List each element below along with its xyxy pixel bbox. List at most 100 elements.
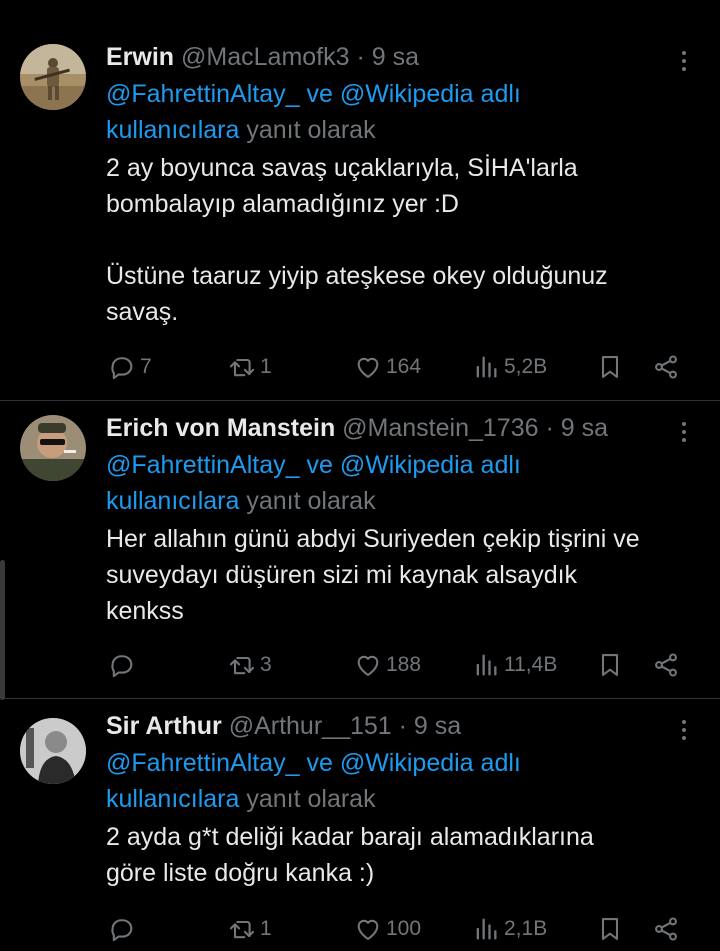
like-count: 100	[386, 917, 422, 940]
avatar[interactable]	[20, 718, 86, 784]
avatar-soldier-image	[20, 44, 86, 110]
mention-link[interactable]: @Wikipedia	[340, 749, 474, 777]
tweet-header: Erwin @MacLamofk3 · 9 sa	[106, 40, 680, 74]
more-button[interactable]	[672, 713, 696, 747]
share-button[interactable]	[652, 911, 680, 947]
heart-icon	[357, 655, 379, 676]
retweet-button[interactable]: 1	[228, 911, 272, 947]
more-button[interactable]	[672, 415, 696, 449]
tweet-actions: 1 100 2,1B	[106, 911, 694, 947]
views-count: 11,4B	[504, 653, 558, 676]
separator-dot: ·	[356, 43, 365, 71]
mention-suffix[interactable]: adlı	[474, 80, 521, 108]
mention-link[interactable]: @FahrettinAltay_	[106, 451, 300, 479]
tweet-text: Her allahın günü abdyi Suriyeden çekip t…	[106, 525, 640, 625]
tweet-actions: 7 1 164 5,2B	[106, 349, 694, 385]
bookmark-button[interactable]	[596, 647, 624, 683]
bookmark-icon	[601, 356, 619, 378]
share-icon	[655, 653, 677, 677]
share-button[interactable]	[652, 349, 680, 385]
more-icon-dot	[682, 59, 686, 63]
bookmark-button[interactable]	[596, 911, 624, 947]
retweet-icon	[229, 920, 255, 939]
separator-dot: ·	[545, 414, 554, 442]
bookmark-icon	[601, 918, 619, 940]
tweet-header: Erich von Manstein @Manstein_1736 · 9 sa	[106, 411, 680, 445]
mention-link[interactable]: @FahrettinAltay_	[106, 749, 300, 777]
display-name[interactable]: Sir Arthur	[106, 712, 222, 740]
mention-link[interactable]: @Wikipedia	[340, 451, 474, 479]
timestamp[interactable]: 9 sa	[372, 43, 419, 71]
timestamp[interactable]: 9 sa	[414, 712, 461, 740]
views-button[interactable]: 5,2B	[472, 349, 547, 385]
avatar[interactable]	[20, 44, 86, 110]
replying-to: @FahrettinAltay_ ve @Wikipedia adlı kull…	[106, 447, 680, 519]
views-icon	[476, 918, 497, 940]
tweet[interactable]: Erwin @MacLamofk3 · 9 sa @FahrettinAltay…	[0, 0, 720, 401]
separator-dot: ·	[398, 712, 407, 740]
display-name[interactable]: Erwin	[106, 43, 174, 71]
user-handle[interactable]: @MacLamofk3	[181, 43, 350, 71]
retweet-icon	[229, 656, 255, 675]
retweet-count: 1	[260, 917, 272, 940]
more-icon-dot	[682, 728, 686, 732]
like-button[interactable]: 188	[354, 647, 421, 683]
like-button[interactable]: 100	[354, 911, 421, 947]
mention-link[interactable]: @FahrettinAltay_	[106, 80, 300, 108]
like-button[interactable]: 164	[354, 349, 421, 385]
mention-connector[interactable]: ve	[300, 80, 340, 108]
scrollbar[interactable]	[0, 560, 5, 700]
avatar-officer-image	[20, 415, 86, 481]
avatar-portrait-image	[20, 718, 86, 784]
mention-suffix[interactable]: adlı	[474, 749, 521, 777]
mention-users-link[interactable]: kullanıcılara	[106, 487, 239, 515]
retweet-button[interactable]: 1	[228, 349, 272, 385]
retweet-count: 3	[260, 653, 272, 676]
user-handle[interactable]: @Manstein_1736	[342, 414, 538, 442]
more-icon	[682, 422, 686, 426]
reply-count: 7	[140, 355, 152, 378]
more-button[interactable]	[672, 44, 696, 78]
mention-connector[interactable]: ve	[300, 451, 340, 479]
views-count: 2,1B	[504, 917, 548, 940]
tweet-text: 2 ay boyunca savaş uçaklarıyla, SİHA'lar…	[106, 154, 608, 326]
mention-connector[interactable]: ve	[300, 749, 340, 777]
views-icon	[476, 356, 497, 378]
avatar[interactable]	[20, 415, 86, 481]
tweet[interactable]: Sir Arthur @Arthur__151 · 9 sa @Fahretti…	[0, 699, 720, 951]
reply-icon	[111, 919, 133, 942]
mention-users-link[interactable]: kullanıcılara	[106, 116, 239, 144]
reply-button[interactable]: 7	[108, 349, 152, 385]
views-count: 5,2B	[504, 355, 548, 378]
replying-to-label: yanıt olarak	[239, 785, 376, 813]
timestamp[interactable]: 9 sa	[561, 414, 608, 442]
bookmark-button[interactable]	[596, 349, 624, 385]
tweet-header: Sir Arthur @Arthur__151 · 9 sa	[106, 709, 680, 743]
more-icon	[682, 51, 686, 55]
retweet-icon	[229, 358, 255, 377]
share-icon	[655, 917, 677, 941]
retweet-button[interactable]: 3	[228, 647, 272, 683]
replying-to-label: yanıt olarak	[239, 116, 376, 144]
views-button[interactable]: 2,1B	[472, 911, 547, 947]
reply-icon	[111, 357, 133, 380]
heart-icon	[357, 919, 379, 940]
mention-link[interactable]: @Wikipedia	[340, 80, 474, 108]
tweet[interactable]: Erich von Manstein @Manstein_1736 · 9 sa…	[0, 401, 720, 699]
more-icon	[682, 720, 686, 724]
more-icon-dot	[682, 438, 686, 442]
display-name[interactable]: Erich von Manstein	[106, 414, 335, 442]
user-handle[interactable]: @Arthur__151	[229, 712, 392, 740]
share-button[interactable]	[652, 647, 680, 683]
tweet-text: 2 ayda g*t deliği kadar barajı alamadıkl…	[106, 823, 594, 887]
mention-suffix[interactable]: adlı	[474, 451, 521, 479]
mention-users-link[interactable]: kullanıcılara	[106, 785, 239, 813]
heart-icon	[357, 357, 379, 378]
replying-to: @FahrettinAltay_ ve @Wikipedia adlı kull…	[106, 745, 680, 817]
like-count: 164	[386, 355, 422, 378]
share-icon	[655, 355, 677, 379]
reply-button[interactable]	[108, 911, 140, 947]
retweet-count: 1	[260, 355, 272, 378]
views-button[interactable]: 11,4B	[472, 647, 557, 683]
reply-button[interactable]	[108, 647, 140, 683]
